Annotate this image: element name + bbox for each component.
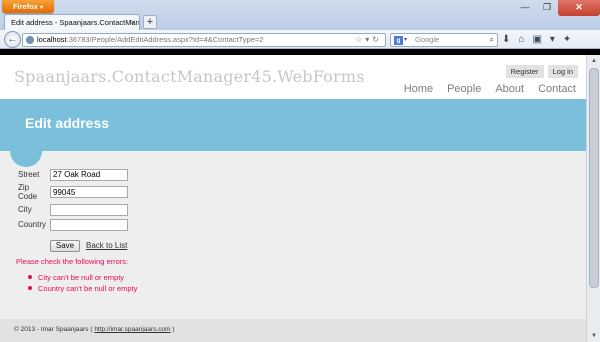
globe-icon — [26, 36, 34, 44]
tab-title: Edit address - Spaanjaars.ContactManager — [11, 18, 140, 27]
validation-error: Country can't be null or empty — [28, 284, 137, 295]
street-input[interactable] — [50, 168, 129, 181]
login-area: Register Log in — [505, 65, 578, 78]
page-footer: © 2013 - Imar Spaanjaars ( http://imar.s… — [0, 319, 586, 342]
url-icons: ☆▾↻ — [355, 34, 382, 46]
search-placeholder: Google — [415, 35, 440, 44]
scrollbar-thumb[interactable] — [589, 68, 599, 288]
form-row-city: City — [16, 202, 130, 217]
scroll-down-icon[interactable]: ▼ — [589, 331, 599, 341]
minimize-icon[interactable]: — — [514, 0, 536, 16]
vertical-scrollbar[interactable]: ▲ ▼ — [586, 55, 600, 342]
search-engine-dropdown-icon[interactable]: ▾ — [404, 34, 407, 46]
close-icon[interactable]: ✕ — [558, 0, 600, 16]
footer-text: © 2013 - Imar Spaanjaars ( http://imar.s… — [14, 326, 175, 333]
reload-icon[interactable]: ↻ — [372, 35, 382, 44]
firefox-menu-label: Firefox — [12, 2, 38, 11]
featured-banner: Edit address — [0, 99, 586, 151]
download-icon[interactable]: ⬇ — [502, 33, 510, 46]
window-controls: — ❐ ✕ — [514, 0, 600, 16]
nav-people[interactable]: People — [447, 83, 481, 95]
home-icon[interactable]: ⌂ — [518, 33, 524, 46]
nav-home[interactable]: Home — [404, 83, 433, 95]
nav-contact[interactable]: Contact — [538, 83, 576, 95]
validation-error: City can't be null or empty — [28, 273, 137, 284]
scroll-up-icon[interactable]: ▲ — [589, 56, 599, 66]
country-label: Country — [18, 220, 47, 229]
address-form: Street Zip Code City Country — [16, 167, 130, 232]
login-link[interactable]: Log in — [547, 65, 578, 78]
validation-summary-header: Please check the following errors: — [16, 257, 129, 266]
footer-close: ) — [172, 326, 175, 333]
zip-label: Zip Code — [18, 183, 38, 201]
google-icon[interactable]: g — [394, 36, 403, 45]
browser-titlebar: Firefox ▾ — ❐ ✕ Edit address - Spaanjaar… — [0, 0, 600, 31]
toolbar-icons: ⬇ ⌂ ▣ ▾ ✦ — [502, 33, 571, 46]
back-to-list-link[interactable]: Back to List — [86, 241, 127, 250]
form-row-country: Country — [16, 217, 130, 232]
browser-tab[interactable]: Edit address - Spaanjaars.ContactManager… — [4, 14, 140, 31]
nav-about[interactable]: About — [495, 83, 524, 95]
register-link[interactable]: Register — [505, 65, 544, 78]
new-tab-button[interactable]: + — [143, 15, 157, 29]
url-host: localhost — [37, 35, 67, 44]
form-row-zip: Zip Code — [16, 182, 130, 202]
banner-notch-decoration — [10, 135, 42, 167]
street-label: Street — [18, 170, 40, 179]
city-label: City — [18, 205, 32, 214]
site-title[interactable]: Spaanjaars.ContactManager45.WebForms — [14, 67, 365, 86]
chevron-down-icon: ▾ — [40, 5, 44, 11]
main-nav: Home People About Contact — [404, 83, 576, 95]
star-icon[interactable]: ☆ — [355, 35, 365, 44]
search-bar[interactable]: g ▾ Google ⌕ — [390, 33, 498, 47]
save-button[interactable]: Save — [50, 240, 80, 252]
tab-close-icon[interactable]: × — [130, 15, 135, 31]
form-row-street: Street — [16, 167, 130, 182]
validation-summary-list: City can't be null or empty Country can'… — [28, 273, 137, 295]
addons-icon[interactable]: ✦ — [563, 33, 571, 46]
footer-link[interactable]: http://imar.spaanjaars.com — [94, 326, 170, 333]
url-path: :36783/People/AddEditAddress.aspx?Id=4&C… — [66, 35, 264, 44]
footer-copyright: © 2013 - Imar Spaanjaars ( — [14, 326, 93, 333]
maximize-icon[interactable]: ❐ — [536, 0, 558, 16]
back-icon[interactable]: ← — [4, 31, 21, 48]
browser-navbar: ← localhost:36783/People/AddEditAddress.… — [0, 30, 600, 49]
address-bar[interactable]: localhost:36783/People/AddEditAddress.as… — [22, 33, 386, 47]
menu-dropdown-icon[interactable]: ▾ — [550, 33, 555, 46]
bookmarks-icon[interactable]: ▣ — [532, 33, 541, 46]
firefox-menu-button[interactable]: Firefox ▾ — [2, 0, 54, 13]
country-input[interactable] — [50, 218, 129, 231]
zip-input[interactable] — [50, 186, 129, 198]
web-page: Spaanjaars.ContactManager45.WebForms Reg… — [0, 55, 586, 342]
page-title: Edit address — [25, 115, 110, 131]
search-icon[interactable]: ⌕ — [490, 34, 494, 46]
city-input[interactable] — [50, 203, 129, 216]
